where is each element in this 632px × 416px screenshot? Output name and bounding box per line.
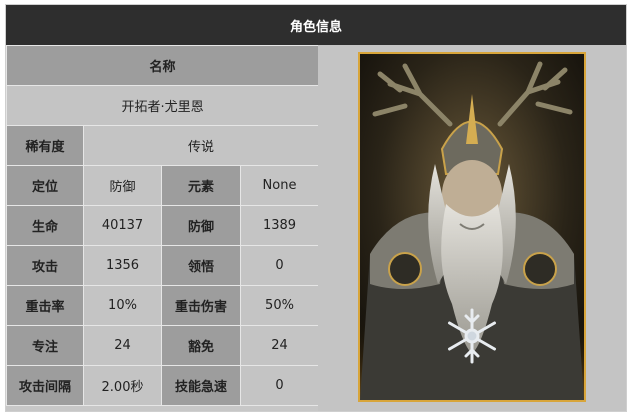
rarity-label: 稀有度 — [6, 125, 84, 166]
focus-value: 24 — [83, 325, 162, 366]
defense-label: 防御 — [161, 205, 241, 246]
hp-value: 40137 — [83, 205, 162, 246]
attack-value: 1356 — [83, 245, 162, 286]
focus-label: 专注 — [6, 325, 84, 366]
stats-table: 名称 开拓者·尤里恩 稀有度 传说 定位 防御 元素 None 生命 40137… — [5, 45, 320, 406]
name-label: 名称 — [5, 45, 320, 86]
character-portrait — [358, 52, 586, 402]
card-title: 角色信息 — [6, 5, 626, 45]
attack-label: 攻击 — [6, 245, 84, 286]
crit-damage-label: 重击伤害 — [161, 285, 241, 326]
comprehension-label: 领悟 — [161, 245, 241, 286]
element-value: None — [239, 165, 320, 206]
position-label: 定位 — [6, 165, 84, 206]
portrait-panel — [318, 45, 626, 411]
crit-damage-value: 50% — [239, 285, 320, 326]
attack-interval-value: 2.00秒 — [83, 365, 162, 406]
immunity-value: 24 — [239, 325, 320, 366]
crit-rate-label: 重击率 — [6, 285, 84, 326]
crit-rate-value: 10% — [83, 285, 162, 326]
hp-label: 生命 — [6, 205, 84, 246]
character-name: 开拓者·尤里恩 — [5, 85, 320, 126]
character-info-card: 角色信息 名称 开拓者·尤里恩 稀有度 传说 定位 防御 元素 None 生命 … — [5, 4, 627, 412]
comprehension-value: 0 — [239, 245, 320, 286]
skill-haste-label: 技能急速 — [161, 365, 241, 406]
position-value: 防御 — [83, 165, 162, 206]
rarity-value: 传说 — [82, 125, 320, 166]
defense-value: 1389 — [239, 205, 320, 246]
element-label: 元素 — [161, 165, 241, 206]
attack-interval-label: 攻击间隔 — [6, 365, 84, 406]
character-portrait-art — [360, 54, 584, 400]
immunity-label: 豁免 — [161, 325, 241, 366]
skill-haste-value: 0 — [239, 365, 320, 406]
